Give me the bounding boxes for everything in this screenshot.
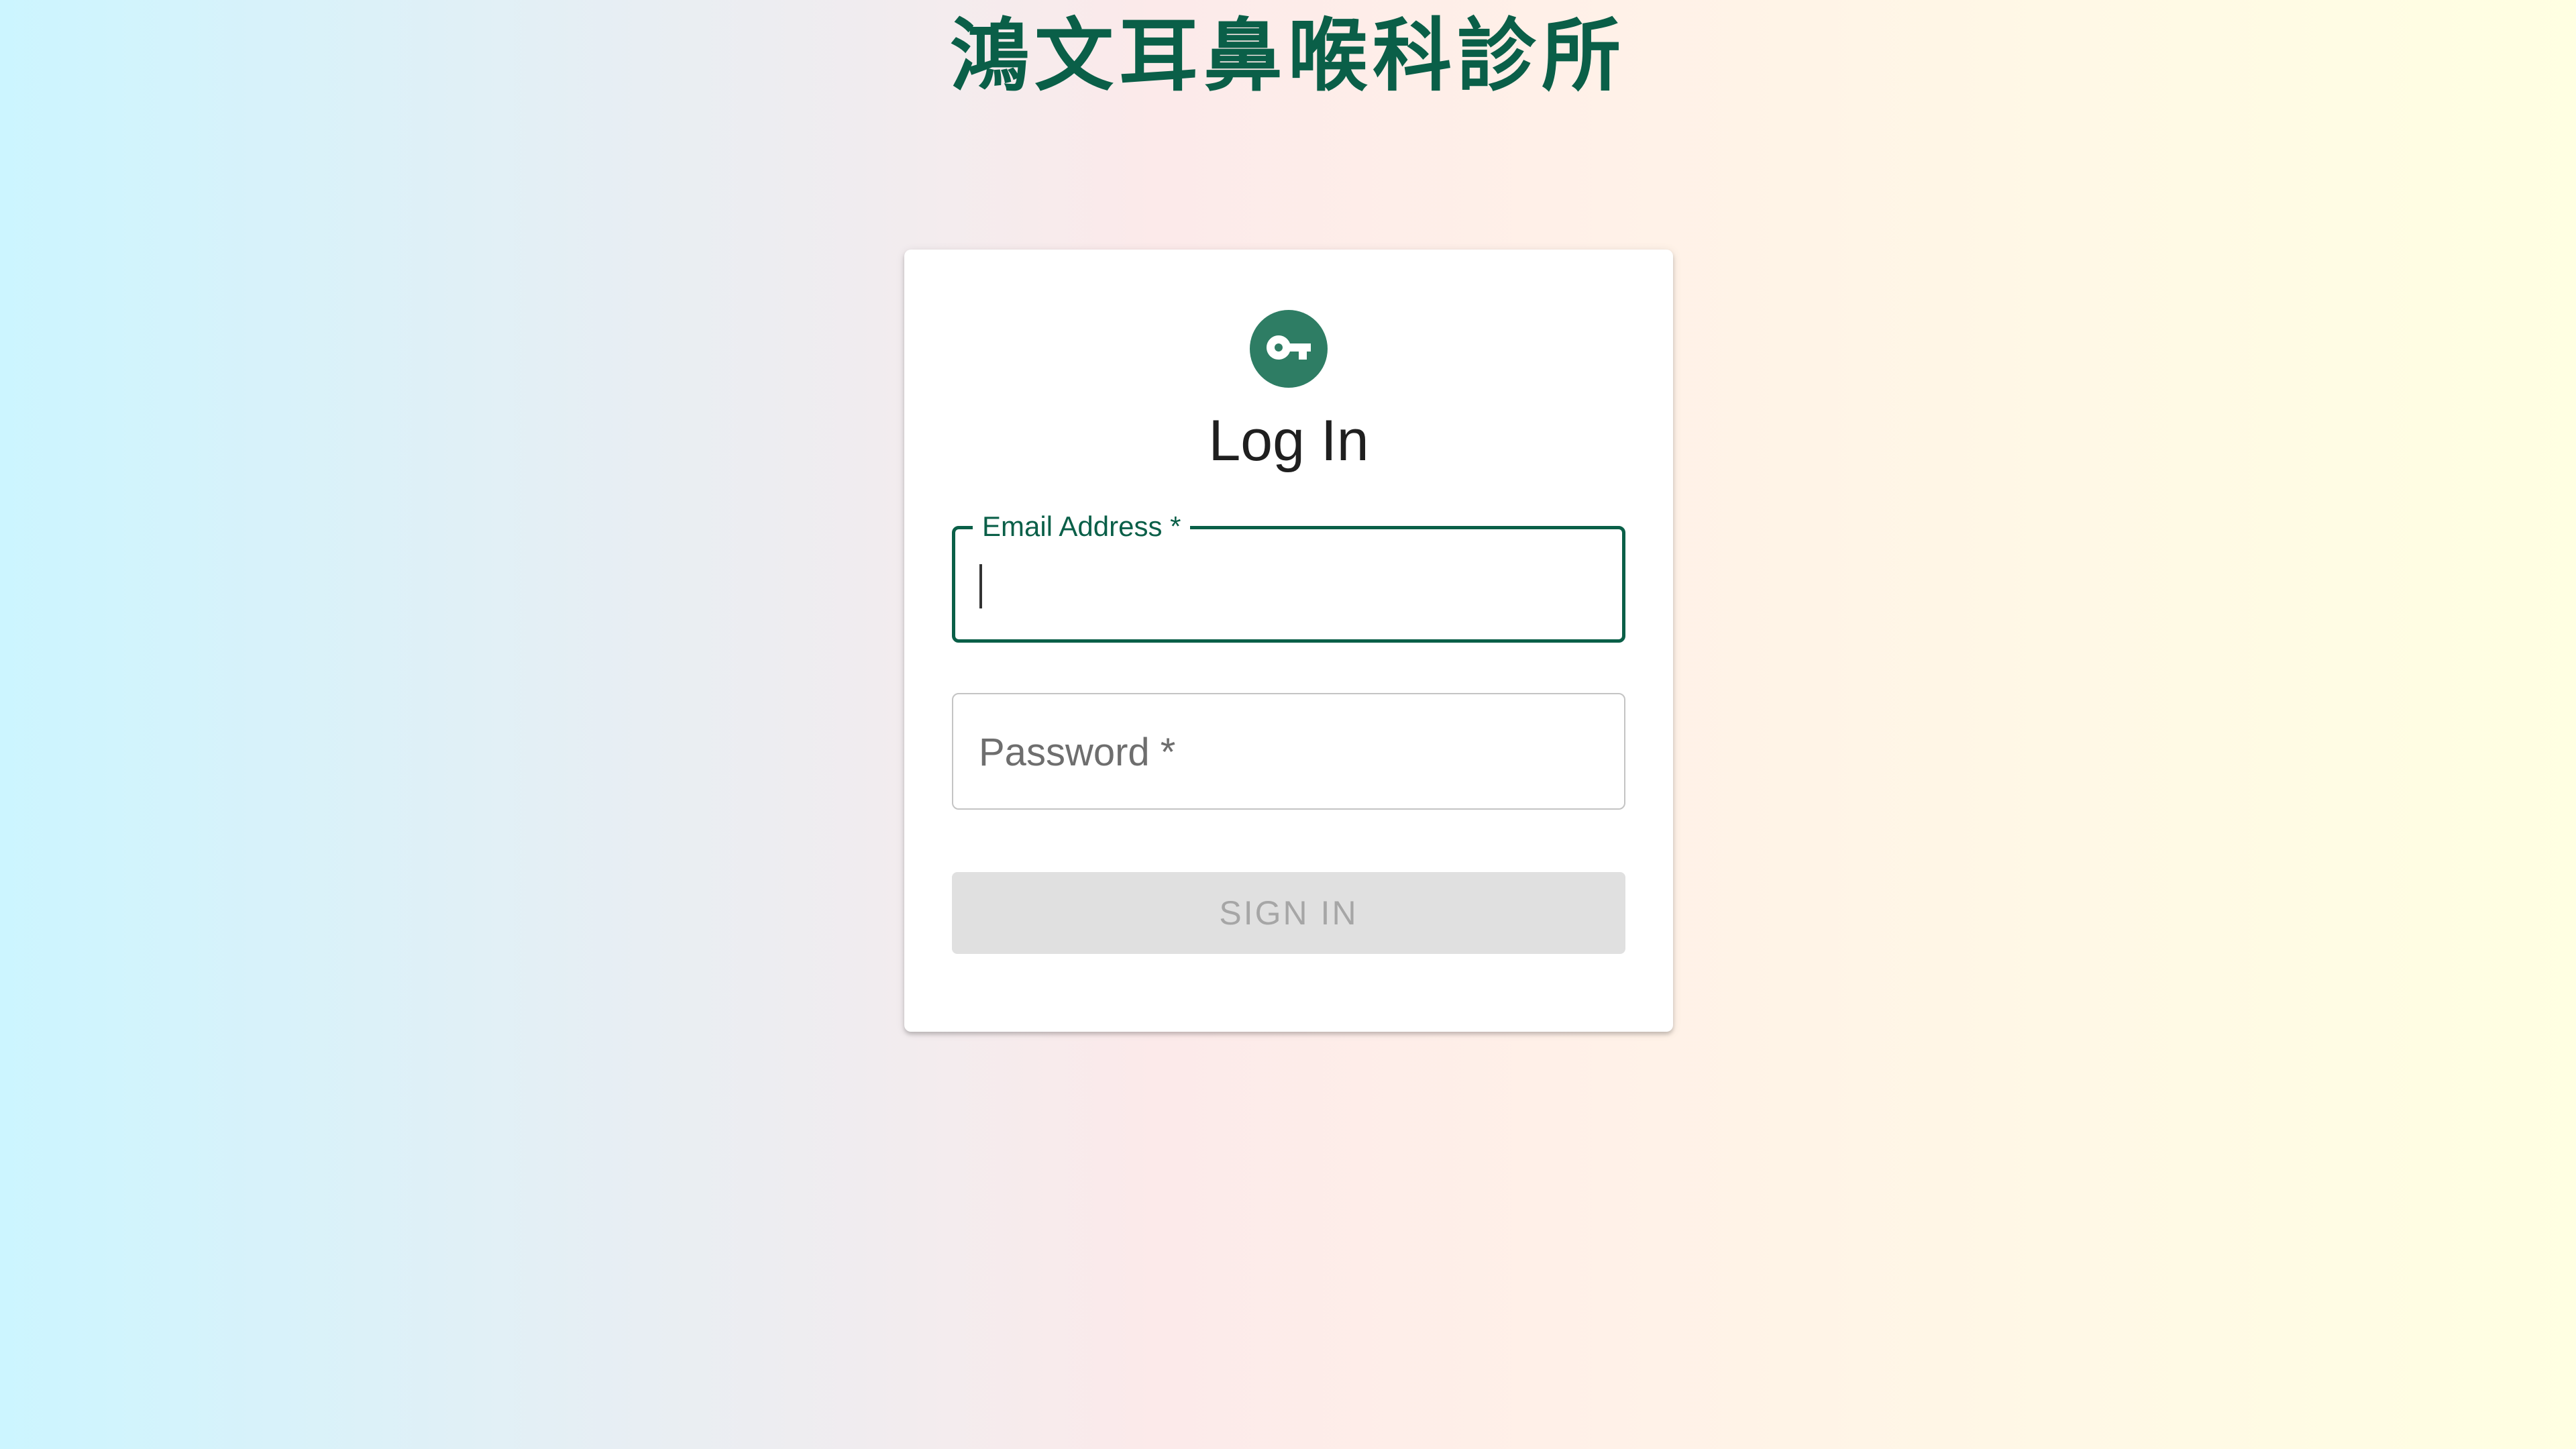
clinic-title: 鴻文耳鼻喉科診所 — [949, 9, 1626, 102]
login-title: Log In — [1208, 409, 1369, 473]
key-icon — [1265, 323, 1313, 375]
email-field[interactable]: Email Address * — [952, 508, 1625, 643]
email-input[interactable] — [981, 564, 1585, 611]
sign-in-button[interactable]: SIGN IN — [952, 872, 1625, 954]
login-avatar — [1250, 310, 1328, 388]
email-label: Email Address * — [973, 508, 1191, 545]
login-card: Log In Email Address * Password * SIGN I… — [904, 250, 1673, 1032]
password-field[interactable]: Password * — [952, 693, 1625, 810]
password-placeholder: Password * — [979, 731, 1176, 774]
